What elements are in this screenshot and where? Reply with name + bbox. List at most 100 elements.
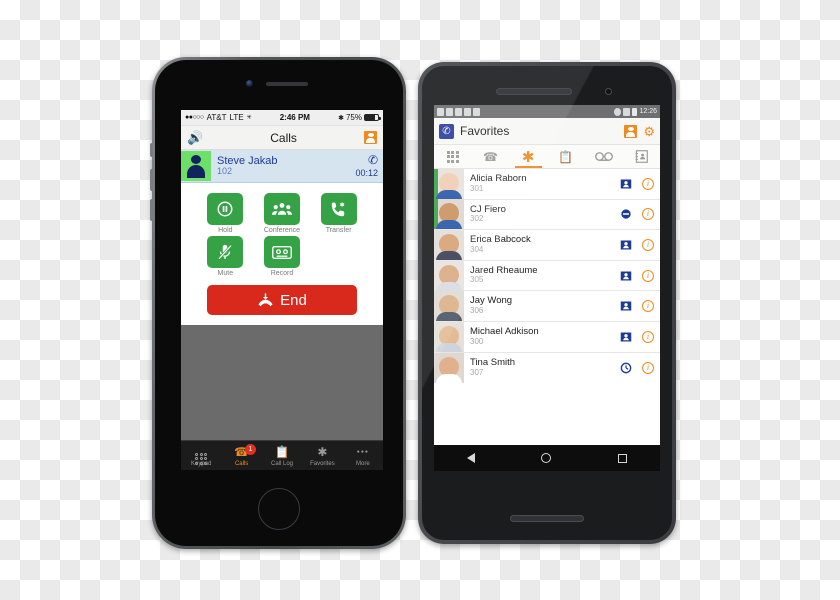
contact-info: Jared Rheaume 305 <box>464 264 620 286</box>
voicemail-icon <box>594 152 613 161</box>
end-call-button[interactable]: End <box>207 285 357 315</box>
tab-favorites[interactable]: ✱ <box>509 145 547 168</box>
avatar <box>181 151 211 181</box>
list-item[interactable]: Michael Adkison 300 i <box>434 321 660 353</box>
contacts-icon[interactable] <box>624 124 638 138</box>
list-item[interactable]: Erica Babcock 304 i <box>434 229 660 261</box>
conference-button[interactable]: Conference <box>261 193 302 234</box>
info-icon[interactable]: i <box>642 238 654 251</box>
contact-name: Jared Rheaume <box>470 264 538 276</box>
call-actions-card: Hold Conference Transfer Mute Record End <box>181 183 383 325</box>
presence-available-icon <box>620 179 632 189</box>
signal-icon <box>623 107 631 116</box>
presence-available-icon <box>620 271 632 281</box>
tab-voicemail[interactable] <box>585 145 623 168</box>
tab-contacts[interactable] <box>622 145 660 168</box>
presence-available-icon <box>620 301 632 311</box>
info-icon[interactable]: i <box>642 177 654 190</box>
tab-calls[interactable]: ☎ <box>472 145 510 168</box>
mute-button[interactable]: Mute <box>205 236 246 277</box>
call-action-grid: Hold Conference Transfer Mute Record <box>181 191 383 277</box>
android-body: 12:26 Favorites ⚙ ☎ <box>422 66 672 540</box>
system-status-icons: 12:26 <box>614 107 657 116</box>
app-logo-icon <box>439 123 454 139</box>
speaker-icon[interactable]: 🔊 <box>187 131 203 144</box>
gear-icon[interactable]: ⚙ <box>643 125 655 138</box>
contact-extension: 302 <box>470 214 484 224</box>
hold-label: Hold <box>218 227 233 234</box>
tab-call-log[interactable]: 📋 <box>547 145 585 168</box>
tab-call-log[interactable]: 📋 Call Log <box>262 445 302 467</box>
tab-calls[interactable]: ☎ 1 Calls <box>221 443 261 467</box>
signal-strength-icon: ●●○○○ <box>185 114 204 121</box>
contact-name: Michael Adkison <box>470 325 539 337</box>
info-icon[interactable]: i <box>642 208 654 221</box>
list-item[interactable]: Alicia Raborn 301 i <box>434 169 660 200</box>
home-icon[interactable] <box>541 453 552 463</box>
back-icon[interactable] <box>467 453 476 463</box>
record-label: Record <box>270 270 294 277</box>
contact-extension: 305 <box>470 275 484 285</box>
contact-extension: 307 <box>470 367 484 377</box>
contact-info: Jay Wong 306 <box>464 296 620 316</box>
transfer-button[interactable]: Transfer <box>318 193 359 234</box>
iphone-volume-down-button[interactable] <box>150 199 153 221</box>
call-duration: 00:12 <box>355 167 378 178</box>
contacts-icon[interactable] <box>364 131 377 144</box>
call-log-icon: 📋 <box>274 444 290 459</box>
ios-tab-bar: Keypad ☎ 1 Calls 📋 Call Log ✱ Favorites <box>181 440 383 470</box>
android-nav-bar <box>434 445 660 471</box>
list-item[interactable]: Jay Wong 306 i <box>434 291 660 322</box>
page-title: Favorites <box>460 124 510 138</box>
list-item[interactable]: Jared Rheaume 305 i <box>434 260 660 292</box>
conference-icon <box>263 193 300 225</box>
active-call-row[interactable]: Steve Jakab 102 ✆ 00:12 <box>181 150 383 183</box>
avatar <box>434 352 464 383</box>
presence-away-icon <box>620 362 632 374</box>
contact-name: CJ Fiero <box>470 203 506 215</box>
info-icon[interactable]: i <box>642 330 654 343</box>
contact-info: Tina Smith 307 <box>464 357 620 378</box>
more-dots-icon: ●●● <box>356 448 369 455</box>
active-call-icon: ✆ <box>367 152 378 167</box>
tab-more[interactable]: ●●● More <box>343 445 383 467</box>
screenshot-icon <box>455 107 462 116</box>
info-icon[interactable]: i <box>642 361 654 374</box>
dnd-icon <box>614 107 622 116</box>
info-icon[interactable]: i <box>642 300 654 313</box>
sim-icon <box>473 107 480 116</box>
hold-button[interactable]: Hold <box>205 193 246 234</box>
calendar-icon <box>437 107 444 116</box>
tab-keypad[interactable]: Keypad <box>181 445 221 467</box>
iphone-volume-up-button[interactable] <box>150 169 153 191</box>
home-button[interactable] <box>258 488 300 530</box>
cloud-icon <box>464 107 471 116</box>
tab-favorites[interactable]: ✱ Favorites <box>302 445 342 467</box>
ios-clock: 2:46 PM <box>279 113 310 122</box>
iphone-mute-switch[interactable] <box>150 143 153 157</box>
tab-calls-label: Calls <box>234 460 249 467</box>
android-action-bar: Favorites ⚙ <box>434 118 660 145</box>
bottom-speaker <box>510 515 584 522</box>
carrier-label: AT&T <box>206 113 227 122</box>
mute-icon <box>207 236 244 268</box>
transfer-label: Transfer <box>325 227 352 234</box>
page-title: Calls <box>270 130 297 145</box>
contact-extension: 304 <box>470 244 484 254</box>
calls-icon: ☎ <box>483 149 498 164</box>
call-log-icon: 📋 <box>558 149 574 164</box>
record-button[interactable]: Record <box>261 236 302 277</box>
list-item[interactable]: Tina Smith 307 i <box>434 352 660 384</box>
favorites-list[interactable]: Alicia Raborn 301 i CJ Fiero 302 i Erica… <box>434 169 660 445</box>
keypad-icon <box>446 150 459 163</box>
tab-keypad[interactable] <box>434 145 472 168</box>
contact-extension: 306 <box>470 306 484 315</box>
front-camera-icon <box>246 80 253 87</box>
info-icon[interactable]: i <box>642 269 654 282</box>
presence-dnd-icon <box>621 209 631 220</box>
android-status-bar: 12:26 <box>434 105 660 118</box>
recents-icon[interactable] <box>617 453 627 463</box>
list-item[interactable]: CJ Fiero 302 i <box>434 199 660 231</box>
call-status: ✆ 00:12 <box>355 152 378 178</box>
battery-icon <box>364 114 381 121</box>
